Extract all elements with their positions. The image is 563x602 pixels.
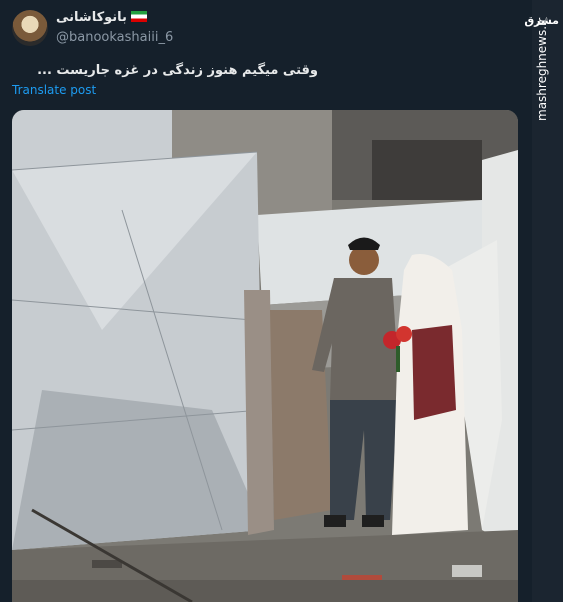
watermark-bar: مشرق mashreghnews.ir <box>524 0 563 602</box>
user-handle[interactable]: @banookashaiii_6 <box>56 30 173 45</box>
post-text: وقتی میگیم هنوز زندگی در غزه جاریست ... <box>37 63 318 78</box>
photo-scene <box>12 110 518 602</box>
tweet-card: بانوکاشانی @banookashaiii_6 وقتی میگیم ه… <box>0 0 532 602</box>
iran-flag-icon <box>130 11 147 22</box>
translate-post-link[interactable]: Translate post <box>12 83 96 97</box>
display-name-text: بانوکاشانی <box>56 10 127 25</box>
post-photo[interactable] <box>12 110 518 602</box>
watermark-site: mashreghnews.ir <box>535 17 549 121</box>
avatar[interactable] <box>12 10 48 46</box>
display-name[interactable]: بانوکاشانی <box>56 10 147 25</box>
